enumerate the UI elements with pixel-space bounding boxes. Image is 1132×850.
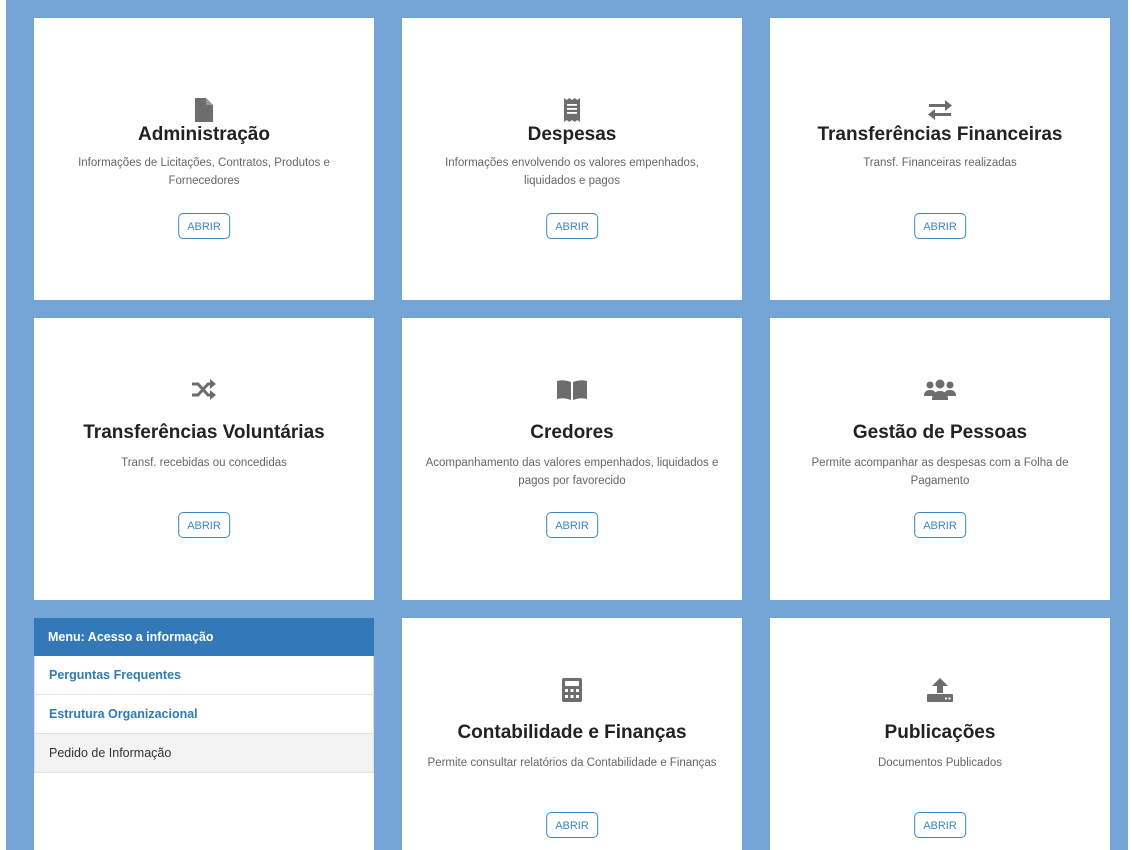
card-description: Transf. recebidas ou concedidas [121,457,287,469]
card-title: Transferências Financeiras [817,124,1063,145]
menu-item-pedido-de-informacao[interactable]: Pedido de Informação [34,734,374,773]
card-transferencias-financeiras: Transferências Financeiras Transf. Finan… [770,18,1110,300]
document-icon [34,96,374,124]
abrir-button[interactable]: ABRIR [546,512,598,538]
card-description: Informações de Licitações, Contratos, Pr… [78,157,330,187]
abrir-button[interactable]: ABRIR [178,512,230,538]
card-despesas: Despesas Informações envolvendo os valor… [402,18,742,300]
card-title: Despesas [527,124,617,145]
card-publicacoes: Publicações Documentos Publicados ABRIR [770,618,1110,850]
menu-item-estrutura-organizacional[interactable]: Estrutura Organizacional [34,695,374,734]
card-administracao: Administração Informações de Licitações,… [34,18,374,300]
card-description: Acompanhamento das valores empenhados, l… [425,457,719,487]
card-credores: Credores Acompanhamento das valores empe… [402,318,742,600]
access-information-menu: Menu: Acesso a informação Perguntas Freq… [34,618,374,850]
users-group-icon [770,376,1110,404]
card-title: Publicações [884,722,996,743]
abrir-button[interactable]: ABRIR [914,812,966,838]
abrir-button[interactable]: ABRIR [178,213,230,239]
card-title: Administração [138,124,270,145]
menu-header: Menu: Acesso a informação [34,618,374,656]
card-description: Permite acompanhar as despesas com a Fol… [811,457,1069,487]
card-contabilidade-e-financas: Contabilidade e Finanças Permite consult… [402,618,742,850]
card-title: Transferências Voluntárias [83,422,325,443]
card-description: Informações envolvendo os valores empenh… [445,157,699,187]
book-open-icon [402,376,742,404]
abrir-button[interactable]: ABRIR [546,812,598,838]
abrir-button[interactable]: ABRIR [914,213,966,239]
exchange-arrows-icon [770,96,1110,124]
shuffle-icon [34,376,374,404]
card-description: Permite consultar relatórios da Contabil… [427,757,717,769]
upload-tray-icon [770,676,1110,704]
card-gestao-de-pessoas: Gestão de Pessoas Permite acompanhar as … [770,318,1110,600]
card-description: Transf. Financeiras realizadas [863,157,1017,169]
menu-item-perguntas-frequentes[interactable]: Perguntas Frequentes [34,656,374,695]
card-transferencias-voluntarias: Transferências Voluntárias Transf. receb… [34,318,374,600]
abrir-button[interactable]: ABRIR [546,213,598,239]
card-title: Gestão de Pessoas [852,422,1028,443]
card-title: Credores [530,422,614,443]
card-description: Documentos Publicados [877,757,1002,769]
calculator-icon [402,676,742,704]
receipt-icon [402,96,742,124]
card-title: Contabilidade e Finanças [457,722,687,743]
abrir-button[interactable]: ABRIR [914,512,966,538]
